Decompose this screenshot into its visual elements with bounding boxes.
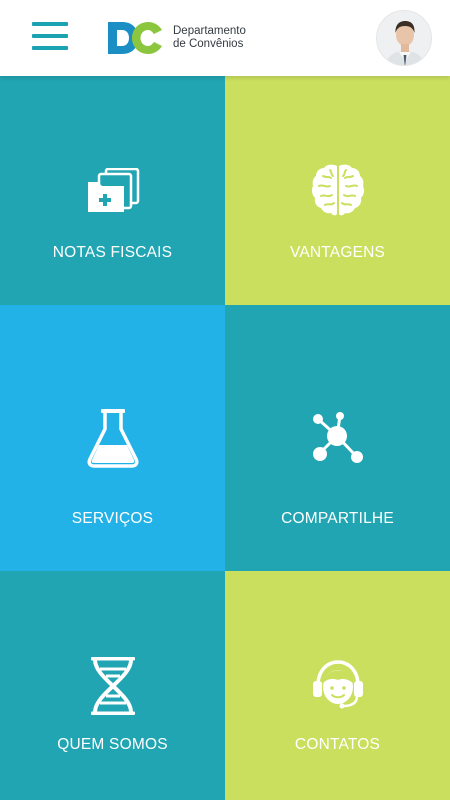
tile-quem-somos[interactable]: QUEM SOMOS: [0, 571, 225, 800]
main-menu-grid: NOTAS FISCAIS VANTAGENS SERVIÇOS COMPART…: [0, 76, 450, 800]
medical-folders-icon: [86, 167, 140, 219]
lab-flask-icon: [86, 407, 139, 474]
logo-text-line1: Departamento: [173, 25, 246, 37]
tile-label: NOTAS FISCAIS: [52, 244, 173, 261]
tile-label: VANTAGENS: [289, 244, 386, 261]
logo-text: Departamento de Convênios: [173, 25, 246, 51]
user-avatar[interactable]: [376, 10, 432, 66]
tile-vantagens[interactable]: VANTAGENS: [225, 76, 450, 305]
user-avatar-photo-icon: [377, 11, 431, 65]
tile-contatos[interactable]: CONTATOS: [225, 571, 450, 800]
dc-logo-icon: DC: [108, 22, 162, 54]
tile-compartilhe[interactable]: COMPARTILHE: [225, 305, 450, 571]
brain-icon: [311, 162, 365, 223]
app-logo: DC Departamento de Convênios: [106, 20, 256, 56]
tile-notas-fiscais[interactable]: NOTAS FISCAIS: [0, 76, 225, 305]
tile-label: COMPARTILHE: [281, 510, 394, 527]
app-header: DC Departamento de Convênios: [0, 0, 450, 76]
logo-text-line2: de Convênios: [173, 38, 244, 50]
molecule-share-icon: [310, 411, 366, 472]
tile-label: SERVIÇOS: [71, 510, 154, 527]
tile-servicos[interactable]: SERVIÇOS: [0, 305, 225, 571]
tile-label: CONTATOS: [294, 736, 381, 753]
headset-support-icon: [310, 659, 366, 714]
hamburger-menu-icon[interactable]: [32, 22, 68, 52]
dna-icon: [87, 656, 139, 721]
tile-label: QUEM SOMOS: [57, 736, 168, 753]
